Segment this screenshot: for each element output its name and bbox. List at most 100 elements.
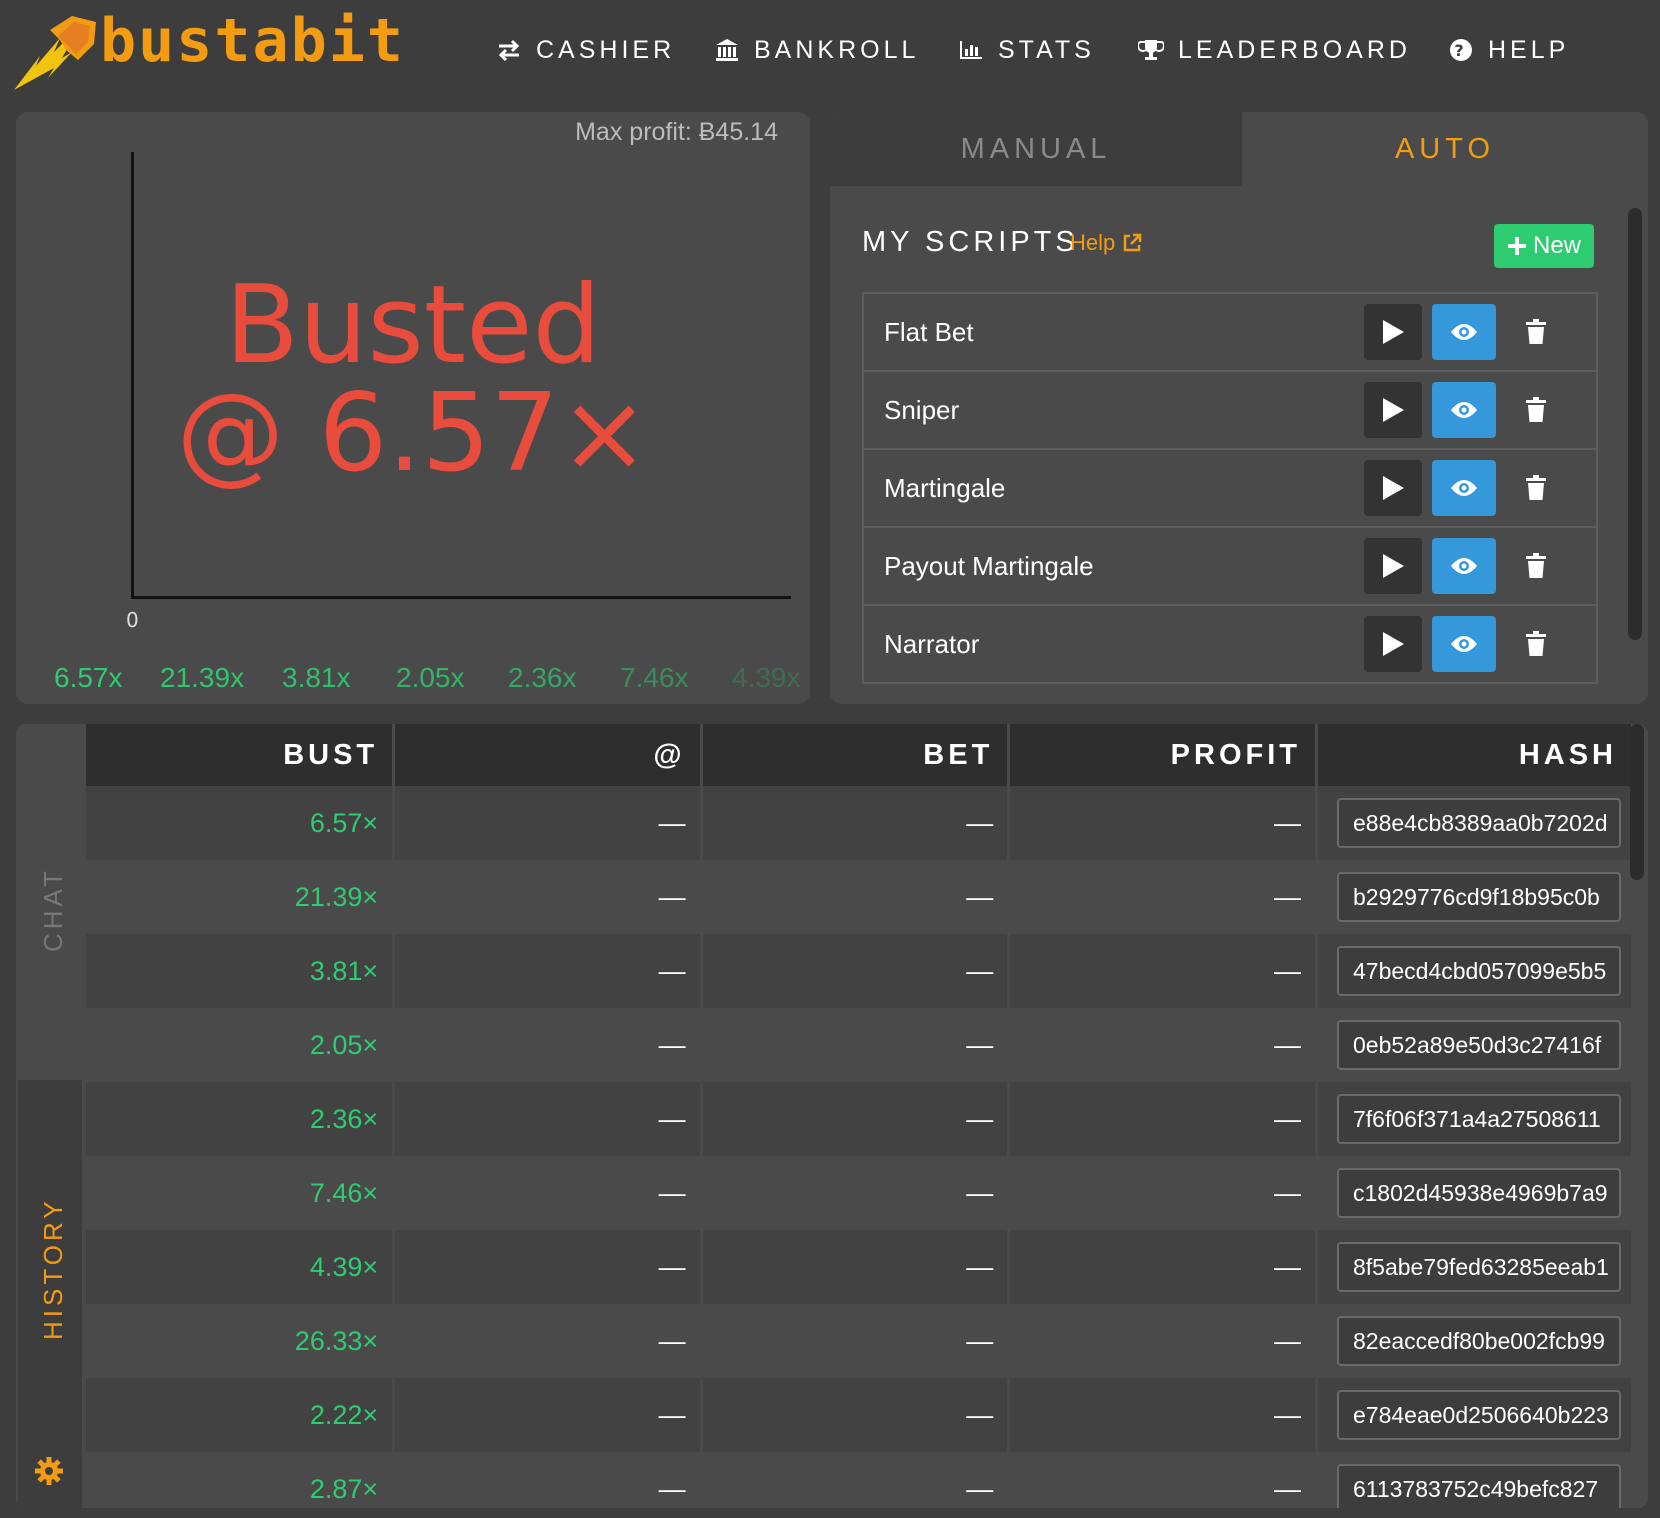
- eye-icon: [1451, 480, 1477, 496]
- script-name[interactable]: Flat Bet: [884, 294, 974, 370]
- trash-icon: [1526, 397, 1546, 422]
- cashout-value: —: [393, 1452, 703, 1508]
- tab-history-label: HISTORY: [38, 1197, 68, 1340]
- table-row[interactable]: 2.36× — — — 7f6f06f371a4a27508611: [86, 1082, 1634, 1156]
- run-script-button[interactable]: [1364, 304, 1422, 360]
- cashout-value: —: [393, 1008, 703, 1082]
- table-row[interactable]: 7.46× — — — c1802d45938e4969b7a9: [86, 1156, 1634, 1230]
- delete-script-button[interactable]: [1504, 304, 1568, 360]
- max-profit: Max profit: Ƀ45.14: [575, 118, 778, 146]
- hash-field[interactable]: 7f6f06f371a4a27508611: [1337, 1094, 1621, 1144]
- hash-field[interactable]: c1802d45938e4969b7a9: [1337, 1168, 1621, 1218]
- scripts-help-label: Help: [1070, 230, 1116, 255]
- bust-value: 3.81×: [86, 934, 396, 1008]
- table-row[interactable]: 2.05× — — — 0eb52a89e50d3c27416f: [86, 1008, 1634, 1082]
- recent-bust[interactable]: 3.81x: [282, 662, 351, 694]
- bet-value: —: [701, 934, 1011, 1008]
- run-script-button[interactable]: [1364, 460, 1422, 516]
- col-at: @: [393, 724, 703, 786]
- gear-icon[interactable]: [34, 1456, 64, 1486]
- bet-value: —: [701, 1452, 1011, 1508]
- recent-bust[interactable]: 2.36x: [508, 662, 577, 694]
- top-header: bustabit CASHIER BANKROLL STATS LEADERBO…: [0, 0, 1660, 100]
- new-script-button[interactable]: New: [1494, 224, 1594, 268]
- delete-script-button[interactable]: [1504, 460, 1568, 516]
- nav-leaderboard-label: LEADERBOARD: [1178, 35, 1411, 64]
- table-row[interactable]: 2.87× — — — 6113783752c49befc827: [86, 1452, 1634, 1508]
- tab-history[interactable]: HISTORY: [18, 1080, 82, 1508]
- cashout-value: —: [393, 1378, 703, 1452]
- eye-icon: [1451, 402, 1477, 418]
- run-script-button[interactable]: [1364, 616, 1422, 672]
- tab-manual[interactable]: MANUAL: [830, 112, 1242, 186]
- recent-bust[interactable]: 4.39x: [732, 662, 801, 694]
- trash-icon: [1526, 319, 1546, 344]
- exchange-icon: [498, 39, 520, 62]
- bet-value: —: [701, 1082, 1011, 1156]
- nav-leaderboard[interactable]: LEADERBOARD: [1138, 28, 1411, 72]
- table-row[interactable]: 3.81× — — — 47becd4cbd057099e5b5: [86, 934, 1634, 1008]
- tab-chat[interactable]: CHAT: [16, 724, 82, 1080]
- tab-auto[interactable]: AUTO: [1242, 112, 1648, 186]
- delete-script-button[interactable]: [1504, 538, 1568, 594]
- bet-value: —: [701, 1304, 1011, 1378]
- recent-busts: 6.57x 21.39x 3.81x 2.05x 2.36x 7.46x 4.3…: [38, 662, 808, 702]
- scripts-scrollbar[interactable]: [1628, 208, 1642, 640]
- bust-value: 21.39×: [86, 860, 396, 934]
- nav-cashier-label: CASHIER: [536, 35, 676, 64]
- hash-field[interactable]: b2929776cd9f18b95c0b: [1337, 872, 1621, 922]
- nav-bankroll[interactable]: BANKROLL: [714, 28, 919, 72]
- script-name[interactable]: Sniper: [884, 372, 959, 448]
- history-scrollbar[interactable]: [1630, 724, 1644, 880]
- nav-help[interactable]: ? HELP: [1448, 28, 1569, 72]
- recent-bust[interactable]: 7.46x: [620, 662, 689, 694]
- table-row[interactable]: 21.39× — — — b2929776cd9f18b95c0b: [86, 860, 1634, 934]
- delete-script-button[interactable]: [1504, 382, 1568, 438]
- view-script-button[interactable]: [1432, 460, 1496, 516]
- nav-stats[interactable]: STATS: [958, 28, 1095, 72]
- view-script-button[interactable]: [1432, 616, 1496, 672]
- rocket-logo-icon[interactable]: [10, 8, 100, 92]
- history-panel: CHAT HISTORY BUST @ BET PROFIT HASH 6.57…: [16, 724, 1648, 1508]
- play-icon: [1383, 398, 1404, 422]
- hash-field[interactable]: 82eaccedf80be002fcb99: [1337, 1316, 1621, 1366]
- delete-script-button[interactable]: [1504, 616, 1568, 672]
- recent-bust[interactable]: 6.57x: [54, 662, 123, 694]
- hash-field[interactable]: 6113783752c49befc827: [1337, 1464, 1621, 1508]
- table-row[interactable]: 4.39× — — — 8f5abe79fed63285eeab1: [86, 1230, 1634, 1304]
- run-script-button[interactable]: [1364, 382, 1422, 438]
- brand-name[interactable]: bustabit: [100, 6, 405, 76]
- nav-cashier[interactable]: CASHIER: [496, 28, 675, 72]
- run-script-button[interactable]: [1364, 538, 1422, 594]
- hash-field[interactable]: 47becd4cbd057099e5b5: [1337, 946, 1621, 996]
- script-name[interactable]: Narrator: [884, 606, 979, 682]
- table-row[interactable]: 2.22× — — — e784eae0d2506640b223: [86, 1378, 1634, 1452]
- question-circle-icon: ?: [1450, 39, 1472, 61]
- play-icon: [1383, 476, 1404, 500]
- history-header-row: BUST @ BET PROFIT HASH: [86, 724, 1634, 786]
- recent-bust[interactable]: 21.39x: [160, 662, 244, 694]
- bet-value: —: [701, 786, 1011, 860]
- table-row[interactable]: 26.33× — — — 82eaccedf80be002fcb99: [86, 1304, 1634, 1378]
- scripts-help-link[interactable]: Help: [1070, 230, 1143, 256]
- nav-bankroll-label: BANKROLL: [754, 35, 920, 64]
- recent-bust[interactable]: 2.05x: [396, 662, 465, 694]
- play-icon: [1383, 554, 1404, 578]
- script-name[interactable]: Martingale: [884, 450, 1005, 526]
- hash-field[interactable]: 0eb52a89e50d3c27416f: [1337, 1020, 1621, 1070]
- view-script-button[interactable]: [1432, 538, 1496, 594]
- profit-value: —: [1008, 860, 1318, 934]
- svg-text:?: ?: [1454, 41, 1467, 60]
- table-row[interactable]: 6.57× — — — e88e4cb8389aa0b7202d: [86, 786, 1634, 860]
- script-row: Sniper: [864, 372, 1596, 450]
- bank-icon: [716, 39, 738, 61]
- view-script-button[interactable]: [1432, 382, 1496, 438]
- script-name[interactable]: Payout Martingale: [884, 528, 1094, 604]
- bust-value: 26.33×: [86, 1304, 396, 1378]
- profit-value: —: [1008, 786, 1318, 860]
- hash-field[interactable]: e88e4cb8389aa0b7202d: [1337, 798, 1621, 848]
- view-script-button[interactable]: [1432, 304, 1496, 360]
- hash-field[interactable]: e784eae0d2506640b223: [1337, 1390, 1621, 1440]
- trash-icon: [1526, 553, 1546, 578]
- hash-field[interactable]: 8f5abe79fed63285eeab1: [1337, 1242, 1621, 1292]
